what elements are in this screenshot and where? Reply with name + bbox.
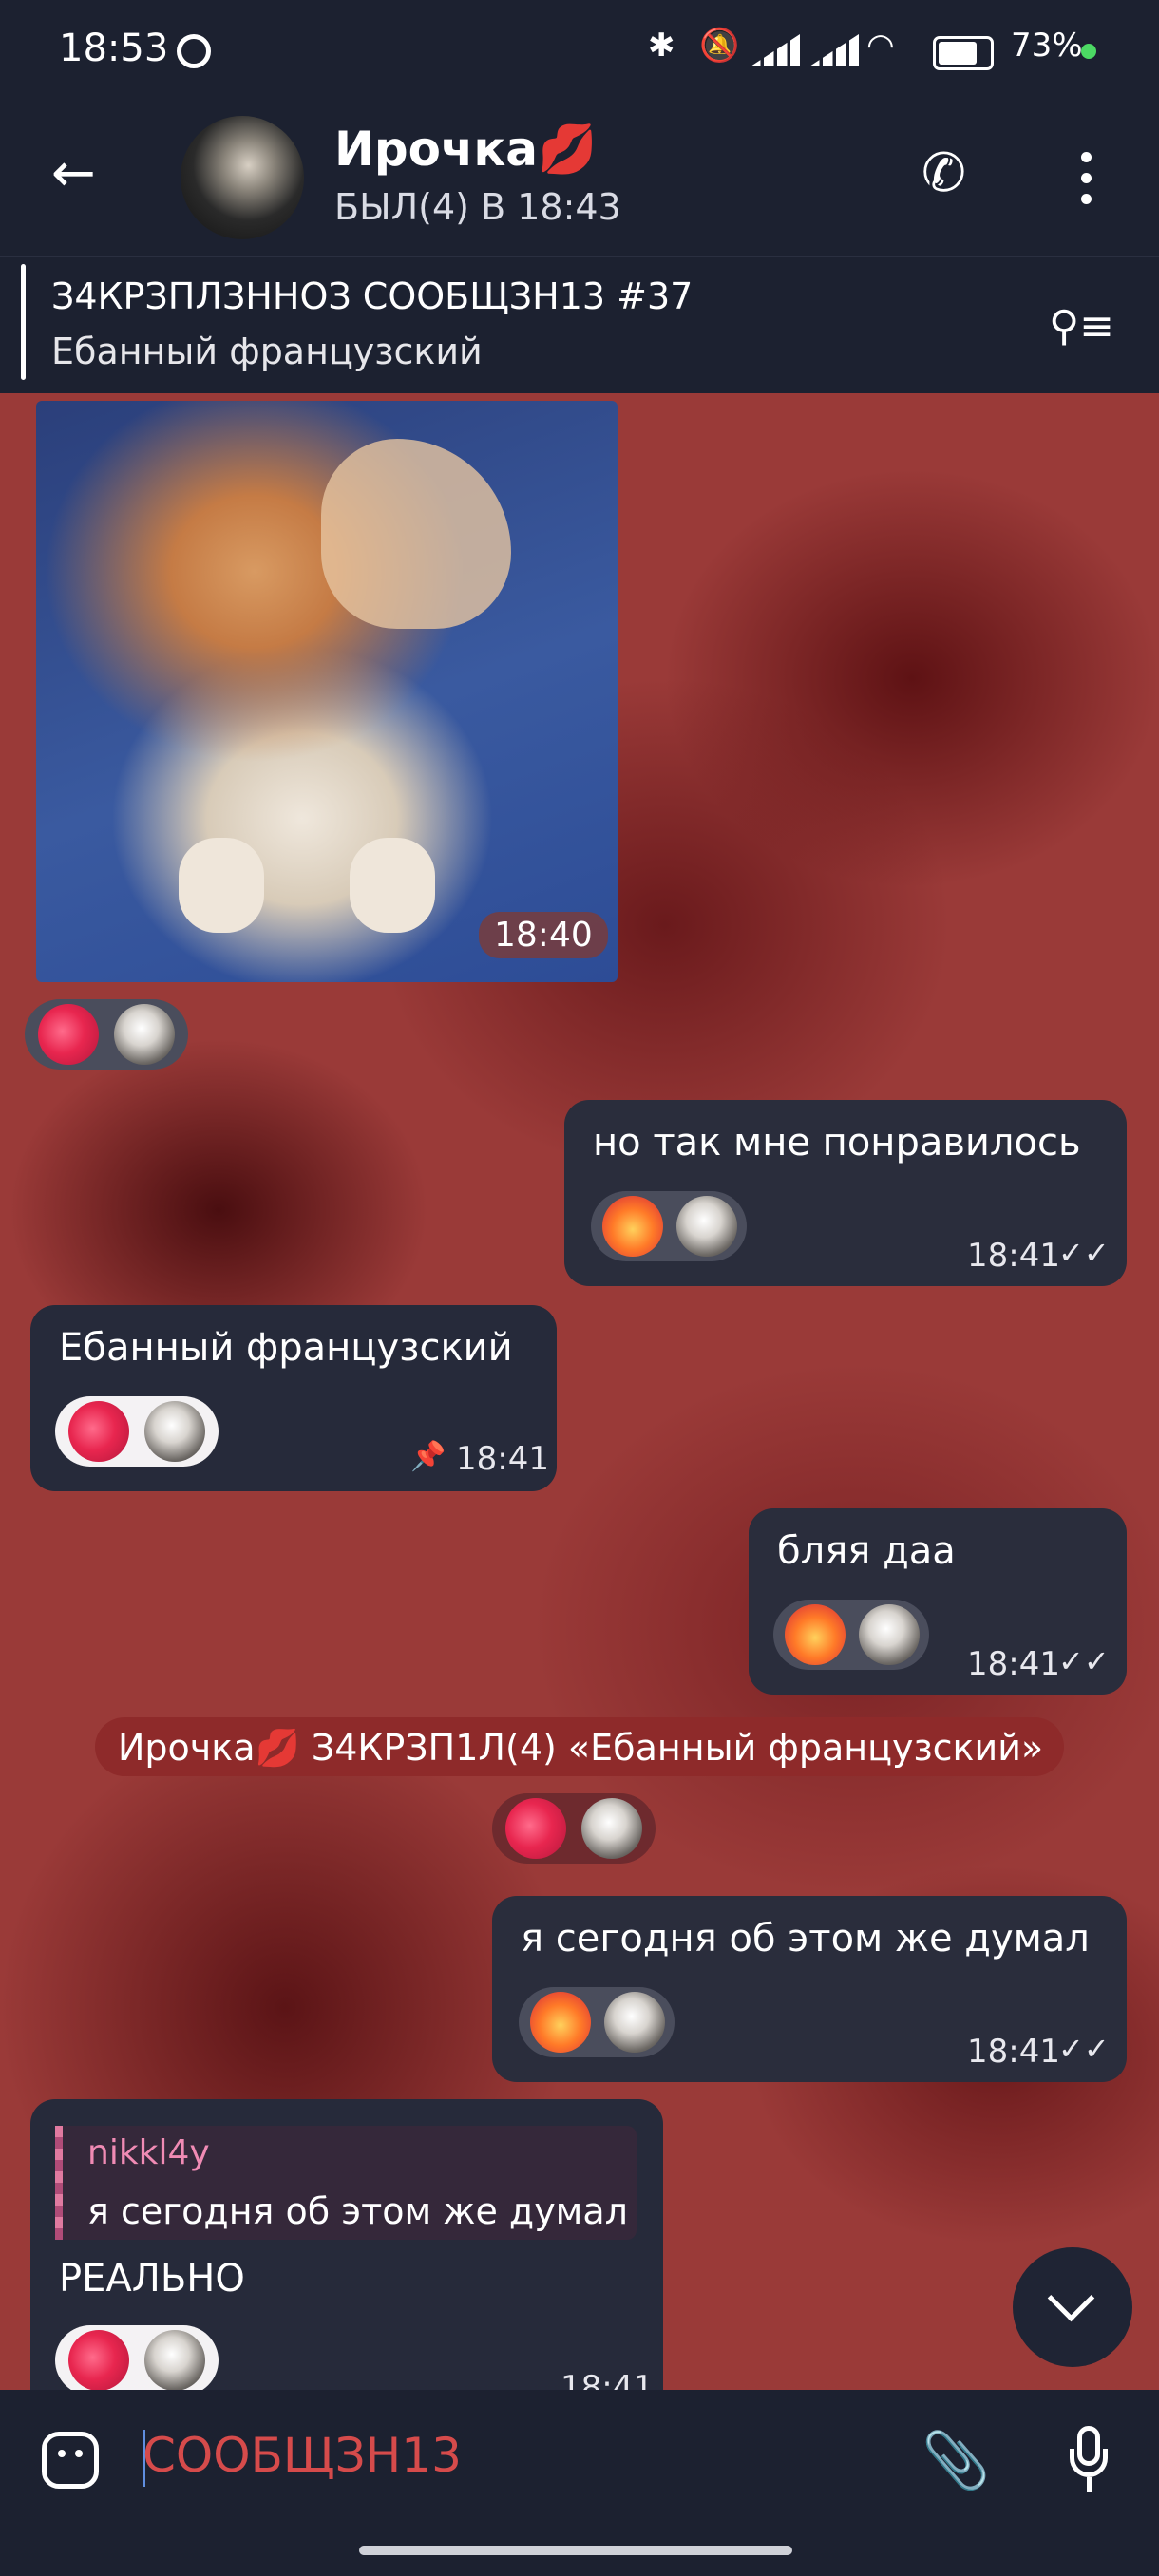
chat-title[interactable]: Ирочка💋: [334, 122, 597, 178]
mute-icon: 🔕: [699, 27, 740, 65]
message-text: я сегодня об этом же думал: [521, 1917, 1090, 1960]
more-menu-icon[interactable]: [1081, 152, 1092, 205]
wifi-icon: ◠: [866, 27, 895, 65]
message-text: бляя даа: [777, 1529, 956, 1573]
heart-emoji-icon: [505, 1798, 566, 1859]
heart-emoji-icon: [68, 2330, 129, 2391]
message-time: 18:41: [456, 1440, 549, 1478]
heart-emoji-icon: [38, 1004, 99, 1065]
reply-text: я сегодня об этом же думал: [87, 2190, 628, 2232]
reply-author: nikkl4y: [87, 2133, 210, 2172]
message-time: 18:41: [967, 1237, 1060, 1275]
message-text: Ебанный французский: [59, 1326, 513, 1370]
sticker-icon[interactable]: [42, 2432, 99, 2489]
reply-quote-bar: [55, 2126, 63, 2240]
reactions[interactable]: [55, 2325, 218, 2396]
read-checkmarks-icon: ✓✓: [1058, 1643, 1110, 1679]
phone-icon[interactable]: ✆: [922, 142, 966, 204]
message-text: но так мне понравилось: [593, 1121, 1081, 1165]
pinned-title: З4КРЗПЛЗННОЗ СООБЩЗН13 #37: [51, 275, 694, 317]
ghost-emoji-icon: [859, 1604, 920, 1665]
recording-icon: [177, 34, 211, 68]
reactions[interactable]: [25, 999, 188, 1070]
fire-heart-emoji-icon: [785, 1604, 846, 1665]
ghost-emoji-icon: [604, 1992, 665, 2053]
microphone-icon[interactable]: [1070, 2426, 1108, 2496]
reactions[interactable]: [591, 1191, 747, 1261]
scroll-down-button[interactable]: [1013, 2247, 1132, 2367]
service-message-text: Ирочка💋 З4КРЗП1Л(4) «Ебанный французский…: [118, 1727, 1044, 1769]
pinned-indicator: [21, 264, 26, 380]
chevron-down-icon: [1047, 2274, 1095, 2322]
read-checkmarks-icon: ✓✓: [1058, 2031, 1110, 2067]
ghost-emoji-icon: [144, 1401, 205, 1462]
fire-heart-emoji-icon: [530, 1992, 591, 2053]
pin-icon: 📌: [410, 1440, 446, 1473]
message-time: 18:41: [967, 2033, 1060, 2071]
message-time: 18:40: [479, 912, 608, 958]
pinned-list-icon[interactable]: ⚲≡: [1049, 302, 1114, 350]
avatar[interactable]: [180, 116, 304, 239]
ghost-emoji-icon: [114, 1004, 175, 1065]
attach-icon[interactable]: 📎: [922, 2428, 990, 2493]
message-time: 18:41: [967, 1645, 1060, 1683]
battery-percent: 73%: [1011, 27, 1083, 65]
ghost-emoji-icon: [144, 2330, 205, 2391]
charging-dot: [1081, 44, 1096, 59]
photo-message[interactable]: [36, 401, 618, 982]
message-text: РЕАЛЬНО: [59, 2257, 245, 2301]
message-input[interactable]: СООБЩЗН13: [142, 2428, 462, 2483]
bluetooth-icon: ✱: [648, 27, 675, 65]
home-indicator[interactable]: [359, 2546, 792, 2555]
ghost-emoji-icon: [676, 1196, 737, 1257]
fire-heart-emoji-icon: [602, 1196, 663, 1257]
chat-last-seen: БЫЛ(4) В 18:43: [334, 186, 621, 228]
read-checkmarks-icon: ✓✓: [1058, 1235, 1110, 1271]
reactions[interactable]: [492, 1793, 656, 1864]
back-arrow-icon[interactable]: ←: [51, 142, 96, 204]
status-time: 18:53: [59, 27, 169, 70]
ghost-emoji-icon: [581, 1798, 642, 1859]
battery-icon: [933, 36, 994, 70]
heart-emoji-icon: [68, 1401, 129, 1462]
reactions[interactable]: [519, 1987, 674, 2057]
pinned-text: Ебанный французский: [51, 331, 483, 372]
reactions[interactable]: [55, 1396, 218, 1467]
reactions[interactable]: [773, 1600, 929, 1670]
